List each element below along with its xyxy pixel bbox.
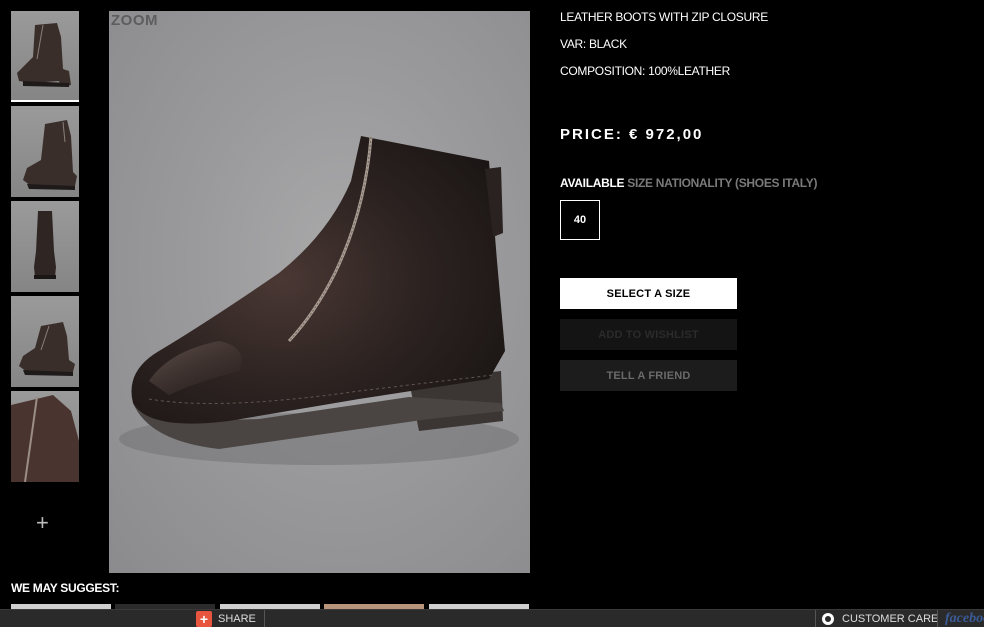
thumbnail-boot-side-image	[17, 23, 71, 87]
plus-icon: +	[196, 610, 212, 627]
thumbnail-boot-back-image	[23, 120, 77, 190]
product-info: LEATHER BOOTS WITH ZIP CLOSURE VAR: BLAC…	[560, 9, 768, 90]
availability-label: AVAILABLE	[560, 176, 625, 190]
zoom-button[interactable]: ZOOM	[111, 12, 158, 29]
product-composition: COMPOSITION: 100%LEATHER	[560, 64, 730, 78]
add-to-wishlist-button[interactable]: ADD TO WISHLIST	[560, 319, 737, 350]
thumbnail-boot-detail-image	[11, 395, 79, 482]
thumbnail-3[interactable]	[11, 201, 79, 292]
product-price: PRICE: € 972,00	[560, 126, 704, 143]
thumbnail-5[interactable]	[11, 391, 79, 482]
more-thumbnails-button[interactable]: +	[36, 512, 49, 534]
product-name: LEATHER BOOTS WITH ZIP CLOSURE	[560, 10, 768, 24]
thumbnail-boot-angle-image	[19, 322, 75, 376]
share-button[interactable]: + SHARE	[196, 610, 265, 627]
thumbnail-4[interactable]	[11, 296, 79, 387]
thumbnail-2[interactable]	[11, 106, 79, 197]
facebook-logo: facebook	[945, 611, 984, 626]
availability-row: AVAILABLE SIZE NATIONALITY (SHOES ITALY)	[560, 176, 817, 190]
facebook-button[interactable]: facebook	[937, 610, 984, 627]
bottom-toolbar: + SHARE CUSTOMER CARE facebook	[0, 609, 984, 627]
size-option-40[interactable]: 40	[560, 200, 600, 240]
chat-icon	[822, 612, 834, 625]
main-product-image[interactable]: ZOOM	[109, 11, 530, 573]
product-variant: VAR: BLACK	[560, 37, 627, 51]
boot-image	[119, 136, 519, 465]
share-label: SHARE	[218, 612, 256, 625]
customer-care-button[interactable]: CUSTOMER CARE	[815, 610, 938, 627]
select-size-button[interactable]: SELECT A SIZE	[560, 278, 737, 309]
size-nationality-note: SIZE NATIONALITY (SHOES ITALY)	[627, 176, 818, 190]
thumbnail-1[interactable]	[11, 11, 79, 102]
tell-a-friend-button[interactable]: TELL A FRIEND	[560, 360, 737, 391]
thumbnail-list	[11, 11, 79, 486]
suggestions-heading: WE MAY SUGGEST:	[11, 581, 120, 595]
thumbnail-boot-front-image	[34, 211, 56, 279]
customer-care-label: CUSTOMER CARE	[842, 612, 939, 625]
